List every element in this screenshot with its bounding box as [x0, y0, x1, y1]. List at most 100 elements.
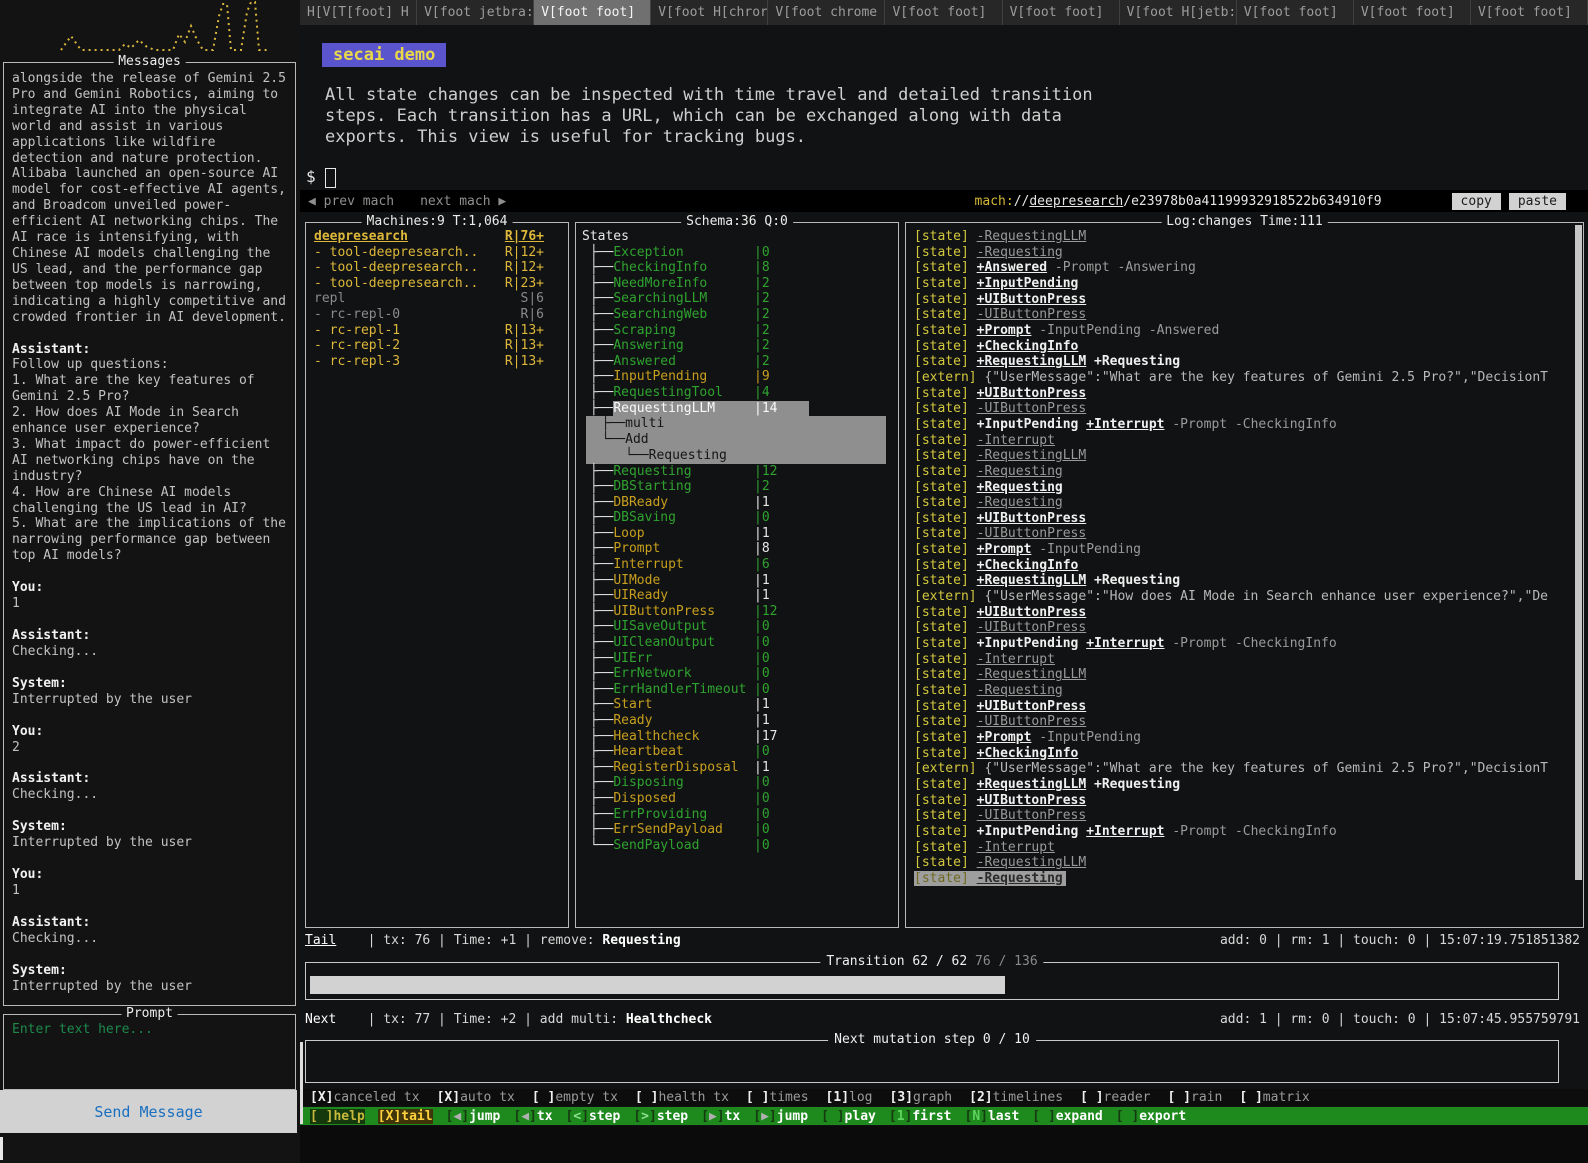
machine-row[interactable]: repl S|6 — [314, 291, 560, 307]
log-line[interactable]: [state] -UIButtonPress — [914, 620, 1575, 636]
log-line[interactable]: [state] -Requesting — [914, 495, 1575, 511]
toolbar-item-step[interactable]: [>]step — [633, 1109, 688, 1124]
state-row[interactable]: ├──DBSaving |0 — [582, 510, 892, 526]
log-line[interactable]: [state] +UIButtonPress — [914, 292, 1575, 308]
log-line[interactable]: [state] +InputPending +Interrupt -Prompt… — [914, 824, 1575, 840]
state-row[interactable]: ├──RequestingTool |4 — [582, 385, 892, 401]
toolbar-item-reader[interactable]: [ ]reader — [1080, 1090, 1150, 1105]
state-child-row[interactable]: └──Add — [586, 432, 886, 448]
log-line[interactable]: [state] -Requesting — [914, 870, 1575, 887]
state-child-row[interactable]: └──Requesting — [586, 448, 886, 464]
toolbar-item-jump[interactable]: [◀]jump — [446, 1109, 501, 1124]
log-line[interactable]: [state] +Prompt -InputPending — [914, 542, 1575, 558]
state-row[interactable]: ├──Disposed |0 — [582, 791, 892, 807]
log-line[interactable]: [state] +UIButtonPress — [914, 699, 1575, 715]
log-line[interactable]: [state] -UIButtonPress — [914, 307, 1575, 323]
toolbar-item-rain[interactable]: [ ]rain — [1168, 1090, 1223, 1105]
state-row[interactable]: ├──UIReady |1 — [582, 588, 892, 604]
state-row[interactable]: ├──CheckingInfo |8 — [582, 260, 892, 276]
log-line[interactable]: [state] -Requesting — [914, 464, 1575, 480]
log-line[interactable]: [state] -Requesting — [914, 683, 1575, 699]
terminal-tab[interactable]: V[foot jetbra: — [417, 0, 535, 25]
log-line[interactable]: [state] +RequestingLLM +Requesting — [914, 777, 1575, 793]
toolbar-item-health-tx[interactable]: [ ]health tx — [635, 1090, 729, 1105]
toolbar-item-empty-tx[interactable]: [ ]empty tx — [532, 1090, 618, 1105]
state-row[interactable]: ├──Ready |1 — [582, 713, 892, 729]
log-line[interactable]: [state] -UIButtonPress — [914, 401, 1575, 417]
next-label[interactable]: Next — [305, 1012, 336, 1028]
copy-button[interactable]: copy — [1451, 192, 1501, 210]
terminal-tab[interactable]: H[V[T[foot] H — [300, 0, 418, 25]
mutation-progress-bar[interactable] — [310, 1054, 1554, 1077]
toolbar-item-timelines[interactable]: [2]timelines — [969, 1090, 1063, 1105]
log-line[interactable]: [state] +UIButtonPress — [914, 793, 1575, 809]
state-row[interactable]: ├──InputPending |9 — [582, 369, 892, 385]
state-row[interactable]: ├──UIErr |0 — [582, 651, 892, 667]
shell-prompt[interactable]: $ — [306, 167, 336, 188]
machine-url[interactable]: mach://deepresearch/e23978b0a41199932918… — [975, 194, 1382, 209]
state-row[interactable]: ├──Scraping |2 — [582, 323, 892, 339]
terminal-tab[interactable]: V[foot H[chror — [651, 0, 769, 25]
toolbar-item-canceled-tx[interactable]: [X]canceled tx — [310, 1090, 420, 1105]
log-line[interactable]: [state] +UIButtonPress — [914, 605, 1575, 621]
log-line[interactable]: [state] -UIButtonPress — [914, 714, 1575, 730]
log-line[interactable]: [state] +RequestingLLM +Requesting — [914, 354, 1575, 370]
log-line[interactable]: [state] -Interrupt — [914, 840, 1575, 856]
log-line[interactable]: [extern] {"UserMessage":"How does AI Mod… — [914, 589, 1575, 605]
next-mach-button[interactable]: next mach ▶ — [420, 194, 506, 209]
state-row[interactable]: ├──UIButtonPress |12 — [582, 604, 892, 620]
log-line[interactable]: [state] +UIButtonPress — [914, 386, 1575, 402]
state-row[interactable]: ├──ErrNetwork |0 — [582, 666, 892, 682]
messages-list[interactable]: alongside the release of Gemini 2.5 Pro … — [4, 63, 295, 1005]
toolbar-item-expand[interactable]: [ ]expand — [1032, 1109, 1102, 1124]
toolbar-item-tail[interactable]: [X]tail — [377, 1108, 433, 1124]
state-row[interactable]: ├──UICleanOutput |0 — [582, 635, 892, 651]
state-row[interactable]: ├──ErrHandlerTimeout |0 — [582, 682, 892, 698]
state-row[interactable]: ├──UISaveOutput |0 — [582, 619, 892, 635]
log-scrollbar[interactable] — [1575, 225, 1582, 880]
state-row[interactable]: ├──Interrupt |6 — [582, 557, 892, 573]
machine-row[interactable]: - tool-deepresearch.. R|23+ — [314, 276, 560, 292]
prev-mach-button[interactable]: ◀ prev mach — [308, 194, 394, 209]
log-line[interactable]: [state] +InputPending +Interrupt -Prompt… — [914, 636, 1575, 652]
state-row[interactable]: ├──Heartbeat |0 — [582, 744, 892, 760]
machine-row[interactable]: - tool-deepresearch.. R|12+ — [314, 260, 560, 276]
log-line[interactable]: [state] -UIButtonPress — [914, 808, 1575, 824]
state-row[interactable]: ├──Start |1 — [582, 697, 892, 713]
log-line[interactable]: [state] -Requesting — [914, 245, 1575, 261]
toolbar-item-step[interactable]: [<]step — [566, 1109, 621, 1124]
toolbar-item-export[interactable]: [ ]export — [1116, 1109, 1186, 1124]
state-row[interactable]: ├──SearchingLLM |2 — [582, 291, 892, 307]
log-line[interactable]: [state] +RequestingLLM +Requesting — [914, 573, 1575, 589]
paste-button[interactable]: paste — [1508, 192, 1566, 210]
log-line[interactable]: [state] +InputPending +Interrupt -Prompt… — [914, 417, 1575, 433]
terminal-tab[interactable]: V[foot foot] — [885, 0, 1003, 25]
terminal-tab[interactable]: V[foot foot] — [1354, 0, 1471, 25]
log-line[interactable]: [state] +CheckingInfo — [914, 558, 1575, 574]
toolbar-item-last[interactable]: [N]last — [964, 1109, 1019, 1124]
toolbar-item-jump[interactable]: [▶]jump — [753, 1109, 808, 1124]
log-line[interactable]: [state] -Interrupt — [914, 433, 1575, 449]
terminal-tab[interactable]: V[foot foot] — [534, 0, 652, 25]
state-row[interactable]: ├──Disposing |0 — [582, 775, 892, 791]
toolbar-item-times[interactable]: [ ]times — [746, 1090, 809, 1105]
machine-row[interactable]: - rc-repl-3 R|13+ — [314, 354, 560, 370]
tail-label[interactable]: Tail — [305, 933, 336, 949]
machine-row[interactable]: - rc-repl-2 R|13+ — [314, 338, 560, 354]
state-row[interactable]: ├──RequestingLLM |14 — [582, 400, 892, 417]
machine-row[interactable]: - rc-repl-0 R|6 — [314, 307, 560, 323]
state-row[interactable]: ├──SearchingWeb |2 — [582, 307, 892, 323]
state-row[interactable]: ├──Answering |2 — [582, 338, 892, 354]
log-line[interactable]: [extern] {"UserMessage":"What are the ke… — [914, 370, 1575, 386]
terminal-tab[interactable]: V[foot foot] — [1003, 0, 1120, 25]
terminal-tab[interactable]: V[foot chrome — [768, 0, 886, 25]
log-line[interactable]: [state] -RequestingLLM — [914, 229, 1575, 245]
log-line[interactable]: [state] +InputPending — [914, 276, 1575, 292]
log-line[interactable]: [state] +CheckingInfo — [914, 746, 1575, 762]
machine-row[interactable]: - tool-deepresearch.. R|12+ — [314, 245, 560, 261]
log-line[interactable]: [state] +Answered -Prompt -Answering — [914, 260, 1575, 276]
state-row[interactable]: ├──Prompt |8 — [582, 541, 892, 557]
terminal-tab[interactable]: V[foot foot] — [1237, 0, 1354, 25]
state-row[interactable]: └──SendPayload |0 — [582, 838, 892, 854]
toolbar-item-matrix[interactable]: [ ]matrix — [1239, 1090, 1309, 1105]
